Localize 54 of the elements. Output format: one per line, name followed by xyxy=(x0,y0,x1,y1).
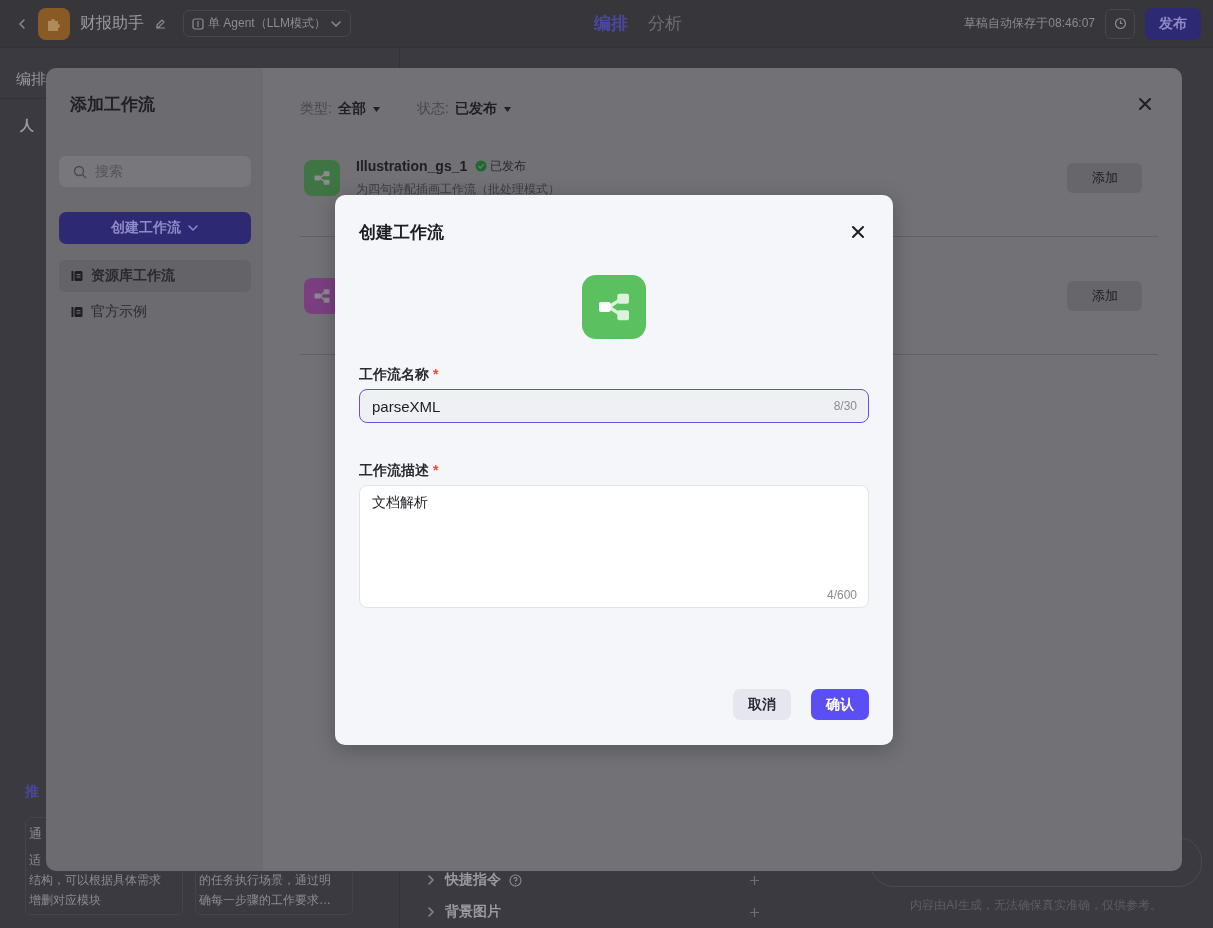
edit-icon xyxy=(154,17,167,30)
status-label: 已发布 xyxy=(475,157,527,175)
add-button[interactable]: 添加 xyxy=(1067,280,1142,311)
workflow-icon[interactable] xyxy=(582,275,646,339)
setting-label: 快捷指令 xyxy=(445,871,501,889)
create-workflow-button[interactable]: 创建工作流 xyxy=(59,212,251,244)
add-button[interactable]: 添加 xyxy=(1067,162,1142,193)
section-title: 人 xyxy=(20,117,34,133)
check-circle-icon xyxy=(475,160,488,172)
card-text: 确每一步骤的工作要求… xyxy=(199,892,332,909)
chevron-right-icon xyxy=(425,906,437,918)
close-button[interactable] xyxy=(851,225,865,239)
search-icon xyxy=(73,164,87,179)
book-icon xyxy=(71,270,83,282)
history-button[interactable] xyxy=(1105,8,1135,39)
close-icon xyxy=(851,225,865,239)
card-text: 的任务执行场景，通过明 xyxy=(199,872,332,889)
card-text: 结构，可以根据具体需求 xyxy=(29,872,162,889)
card-title: 通 xyxy=(29,825,43,843)
dialog-title: 创建工作流 xyxy=(359,221,444,244)
chevron-right-icon xyxy=(425,874,437,886)
field-label: 工作流描述 xyxy=(359,462,429,478)
required-mark: * xyxy=(433,462,439,478)
plus-icon xyxy=(749,874,760,886)
field-label: 工作流名称 xyxy=(359,366,429,382)
book-icon xyxy=(71,306,83,318)
mode-dropdown[interactable]: 单 Agent（LLM模式） xyxy=(183,10,352,37)
panel-header: 编排 xyxy=(16,69,46,89)
cancel-button[interactable]: 取消 xyxy=(733,689,791,720)
setting-label: 背景图片 xyxy=(445,903,501,921)
section-title: 推 xyxy=(25,783,39,799)
character-count: 4/600 xyxy=(826,588,857,602)
workflow-title: Illustration_gs_1 xyxy=(356,158,468,174)
sidebar-item[interactable]: 官方示例 xyxy=(59,296,251,328)
character-count: 8/30 xyxy=(833,399,857,413)
plus-icon xyxy=(749,906,760,918)
modal-title: 添加工作流 xyxy=(70,94,156,116)
sidebar-item[interactable]: 资源库工作流 xyxy=(59,260,251,292)
autosave-status: 草稿自动保存于08:46:07 xyxy=(964,15,1095,32)
back-icon xyxy=(16,17,28,30)
required-mark: * xyxy=(433,366,439,382)
card-text: 增删对应模块 xyxy=(29,892,102,909)
caret-icon xyxy=(187,222,199,234)
close-icon xyxy=(1138,97,1152,111)
caret-down-icon xyxy=(371,104,381,114)
tab[interactable]: 分析 xyxy=(647,12,682,35)
publish-button[interactable]: 发布 xyxy=(1145,7,1201,40)
card-text: 适 xyxy=(29,852,42,869)
caret-down-icon xyxy=(502,104,512,114)
agent-icon xyxy=(192,17,204,30)
history-icon xyxy=(1113,17,1127,30)
app-name: 财报助手 xyxy=(80,13,144,33)
confirm-button[interactable]: 确认 xyxy=(811,689,869,720)
help-icon xyxy=(509,873,522,887)
